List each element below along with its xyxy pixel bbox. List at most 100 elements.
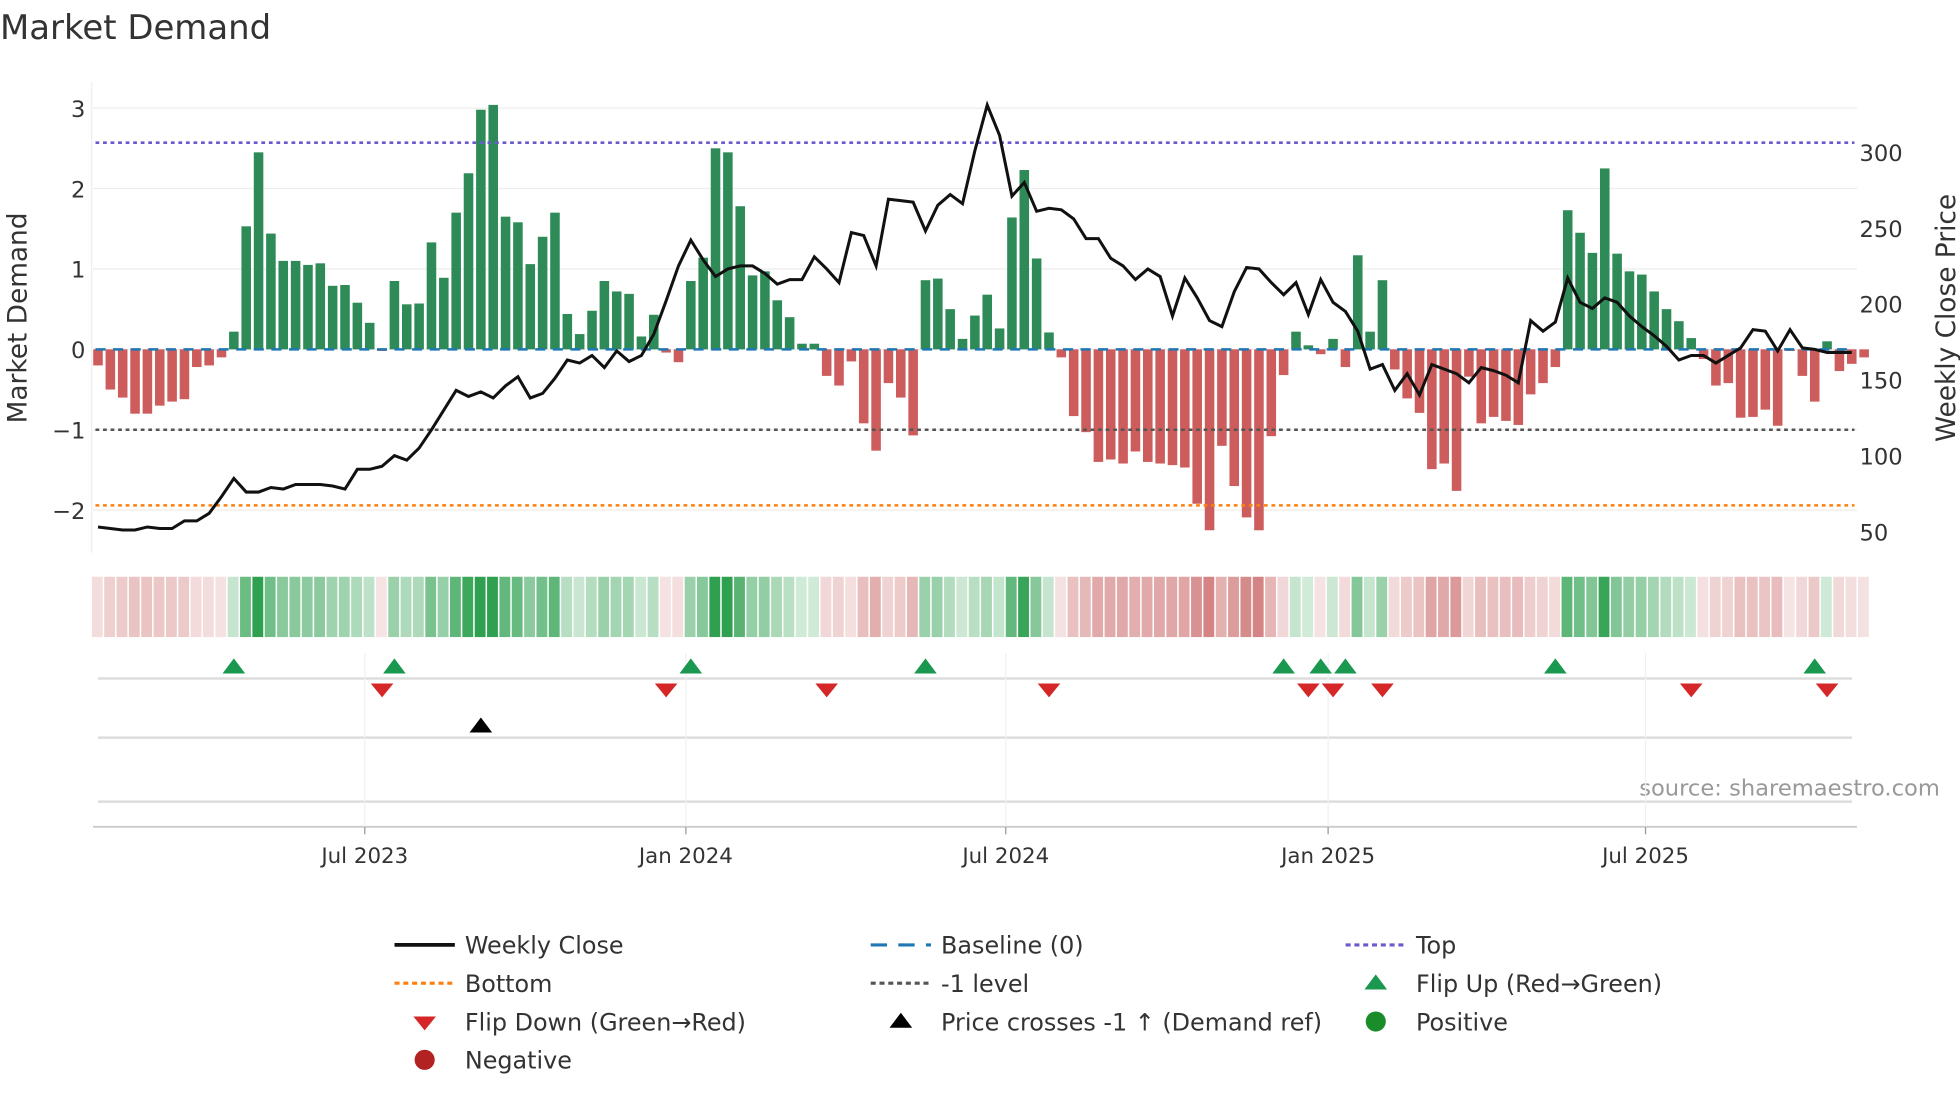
y-tick-label: −2 — [52, 499, 85, 525]
demand-bar — [401, 304, 412, 350]
flip-down-marker — [654, 683, 678, 698]
demand-heat-cell — [869, 576, 881, 638]
demand-bar — [154, 349, 165, 406]
demand-bar — [266, 233, 276, 350]
flip-down-marker — [1679, 683, 1703, 698]
demand-bar — [1241, 349, 1252, 518]
flip-up-marker — [383, 658, 406, 674]
demand-heat-cell — [647, 576, 659, 638]
demand-bar — [908, 349, 918, 436]
demand-heat-cell — [1635, 576, 1647, 638]
demand-heat-cell — [1808, 576, 1820, 638]
x-tick-label: Jul 2024 — [960, 844, 1049, 869]
y2-tick-label: 200 — [1859, 293, 1902, 319]
demand-bar — [1007, 217, 1017, 350]
demand-heat-cell — [116, 576, 128, 638]
demand-heat-cell — [165, 576, 177, 638]
demand-bar — [933, 278, 943, 350]
demand-heat-cell — [1129, 576, 1141, 638]
demand-heat-cell — [1376, 576, 1388, 638]
demand-bar — [710, 148, 721, 350]
demand-bar — [525, 264, 536, 350]
x-tick-label: Jul 2025 — [1600, 844, 1689, 869]
demand-bar — [167, 349, 177, 402]
flip-down-marker — [1297, 683, 1320, 698]
legend-label: Flip Down (Green→Red) — [465, 1008, 746, 1036]
y2-tick-label: 300 — [1859, 141, 1902, 167]
legend-label: Negative — [465, 1047, 572, 1075]
demand-heat-cell — [425, 576, 437, 638]
demand-bar — [1167, 349, 1178, 466]
demand-heat-cell — [1759, 576, 1771, 638]
demand-bar — [1464, 349, 1474, 377]
demand-heat-cell — [1079, 576, 1091, 638]
demand-bar — [1155, 349, 1165, 464]
flip-up-marker — [222, 658, 246, 674]
demand-bar — [352, 302, 363, 350]
demand-bar — [760, 271, 770, 350]
demand-heat-cell — [993, 576, 1005, 638]
demand-bar — [1254, 349, 1264, 531]
y2-tick-label: 250 — [1859, 217, 1902, 243]
demand-heat-cell — [931, 576, 943, 638]
demand-heat-cell — [1512, 576, 1523, 638]
demand-bar — [920, 280, 931, 350]
demand-heat-cell — [338, 576, 350, 638]
demand-heat-cell — [561, 576, 573, 638]
flip-down-marker — [1037, 683, 1061, 698]
demand-heat-cell — [1536, 576, 1548, 638]
y-tick-label: 1 — [71, 258, 85, 284]
demand-heat-cell — [906, 576, 918, 638]
demand-heat-cell — [1289, 576, 1301, 638]
demand-bar — [1809, 349, 1820, 402]
demand-heat-cell — [141, 576, 153, 638]
flip-down-marker — [815, 683, 838, 698]
demand-heat-cell — [178, 576, 190, 638]
y-axis-label: Market Demand — [3, 212, 33, 423]
demand-bar — [624, 293, 634, 350]
demand-bar — [192, 349, 202, 368]
demand-bar — [1365, 331, 1375, 350]
demand-heat-cell — [1475, 576, 1486, 638]
flip-up-marker — [1334, 658, 1357, 674]
demand-bar — [562, 313, 573, 350]
chart-title: Market Demand — [0, 8, 271, 47]
legend-up-symbol — [1364, 974, 1388, 990]
demand-heat-cell — [277, 576, 288, 638]
demand-heat-cell — [1648, 576, 1659, 638]
demand-bar — [858, 349, 869, 424]
demand-bar — [772, 300, 783, 350]
demand-bar — [698, 257, 708, 350]
demand-heat-cell — [1042, 576, 1054, 638]
demand-bar — [1711, 349, 1721, 386]
demand-heat-cell — [1524, 576, 1536, 638]
demand-heat-cell — [1561, 576, 1573, 638]
legend-circle-symbol — [1365, 1011, 1386, 1032]
demand-bar — [389, 280, 400, 350]
demand-bar — [513, 222, 523, 350]
demand-bar — [1180, 349, 1190, 468]
demand-bar — [747, 275, 758, 350]
demand-heat-cell — [758, 576, 770, 638]
demand-heat-cell — [1191, 576, 1202, 638]
demand-bar — [1414, 349, 1425, 413]
flip-down-marker — [1321, 683, 1345, 698]
demand-bar — [673, 349, 684, 363]
y-tick-label: 0 — [71, 338, 85, 364]
demand-bar — [896, 349, 906, 398]
y2-tick-label: 150 — [1859, 369, 1902, 395]
demand-heat-cell — [1660, 576, 1672, 638]
demand-heat-cell — [956, 576, 968, 638]
demand-bar — [290, 260, 301, 350]
demand-bar — [1550, 349, 1561, 368]
demand-heat-cell — [1438, 576, 1449, 638]
demand-heat-cell — [264, 576, 276, 638]
demand-heat-cell — [289, 576, 301, 638]
demand-bar — [1390, 349, 1400, 370]
demand-heat-cell — [524, 576, 535, 638]
demand-heat-cell — [1215, 576, 1227, 638]
demand-bar — [439, 277, 449, 350]
legend-label: Baseline (0) — [941, 932, 1084, 960]
flip-up-marker — [1803, 658, 1827, 674]
demand-bar — [1501, 349, 1511, 421]
